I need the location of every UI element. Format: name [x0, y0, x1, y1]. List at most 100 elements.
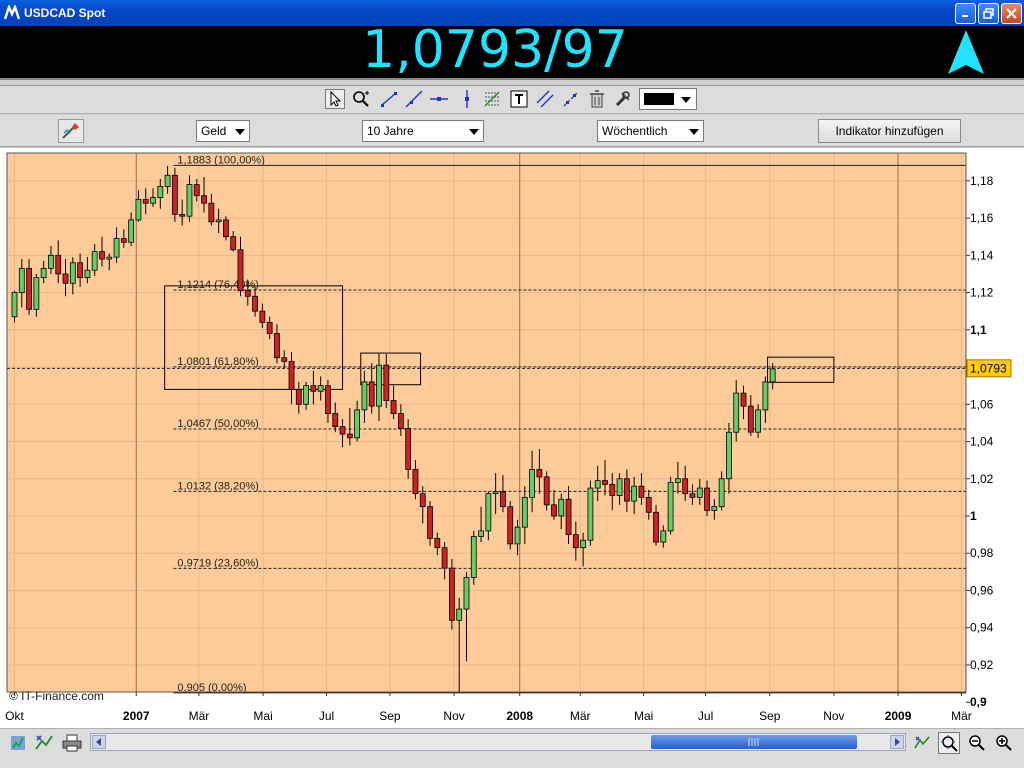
candle-body	[48, 254, 54, 269]
line-color-swatch	[644, 93, 674, 105]
cursor-icon[interactable]	[325, 89, 345, 109]
line-color-select[interactable]	[639, 88, 697, 110]
candle-body	[215, 219, 222, 223]
chart-style-button[interactable]	[58, 119, 84, 143]
y-tick-label: 1,1	[970, 323, 987, 337]
x-tick-label: Sep	[379, 709, 401, 723]
compare-icon[interactable]	[33, 732, 55, 754]
chart-area[interactable]: 1,1883 (100,00%) 1,1214 (76,40%) 1,0801 (6…	[0, 148, 1024, 728]
x-tick-label: 2007	[123, 709, 150, 723]
candle-body	[711, 506, 718, 511]
trendline-icon[interactable]	[379, 89, 399, 109]
settings-icon[interactable]	[613, 89, 633, 109]
candle-body	[91, 251, 98, 271]
candle-body	[201, 195, 207, 204]
auto-scale-icon[interactable]	[911, 732, 933, 754]
crosshair-zoom-icon[interactable]	[938, 732, 960, 754]
x-tick-label: Okt	[5, 709, 24, 723]
candle-body	[616, 478, 623, 496]
candle-body	[383, 364, 390, 401]
y-tick-label: 1,16	[970, 211, 994, 225]
candle-body	[259, 310, 266, 323]
candle-body	[536, 469, 543, 478]
candle-body	[150, 197, 156, 204]
x-tick-label: 2009	[885, 709, 912, 723]
settings-wheel-icon[interactable]	[7, 732, 29, 754]
parallel-channel-icon[interactable]	[535, 89, 555, 109]
vertical-line-icon[interactable]	[457, 89, 477, 109]
candle-body	[325, 385, 331, 414]
candle-body	[266, 321, 273, 334]
y-tick-label: 0,94	[970, 621, 994, 635]
candle-body	[354, 409, 361, 439]
close-button[interactable]	[1001, 2, 1022, 24]
candle-body	[412, 469, 419, 495]
zoom-out-icon[interactable]	[966, 732, 988, 754]
y-tick-label: 0,9	[970, 695, 987, 709]
x-tick-label: Nov	[443, 709, 464, 723]
candle-body	[281, 357, 288, 362]
candle-body	[223, 219, 229, 238]
zoom-icon[interactable]	[351, 89, 371, 109]
candle-body	[106, 256, 113, 260]
candle-body	[69, 262, 76, 284]
scroll-thumb[interactable]	[651, 735, 857, 749]
candle-body	[77, 262, 84, 279]
candle-body	[295, 388, 302, 405]
price-type-select[interactable]: Geld	[196, 120, 250, 142]
candle-body	[171, 174, 178, 215]
ray-icon[interactable]	[404, 89, 424, 109]
y-tick-label: 1,06	[970, 397, 994, 411]
candle-body	[361, 381, 368, 411]
extend-line-icon[interactable]	[561, 89, 581, 109]
up-arrow-icon	[948, 30, 984, 74]
candle-body	[543, 476, 550, 506]
fib-label: 1,0467 (50,00%)	[177, 418, 258, 430]
fib-label: 1,0132 (38,20%)	[177, 480, 258, 492]
y-tick-label: 1,02	[970, 472, 994, 486]
candle-body	[405, 428, 412, 470]
candle-body	[368, 381, 375, 407]
trash-icon[interactable]	[587, 89, 607, 109]
horizontal-line-icon[interactable]	[429, 89, 449, 109]
y-tick-label: 1	[970, 509, 977, 523]
candle-body	[230, 236, 237, 251]
add-indicator-button[interactable]: Indikator hinzufügen	[818, 119, 961, 143]
chevron-down-icon	[469, 129, 479, 135]
quote-display: 1,0793/97	[0, 20, 1024, 80]
candle-body	[463, 577, 470, 610]
y-axis: 1,181,161,141,121,11,081,061,041,0210,98…	[965, 153, 994, 709]
price-type-value: Geld	[201, 124, 227, 138]
scroll-left-button[interactable]	[92, 735, 106, 749]
candle-body	[303, 385, 310, 405]
quote-value: 1,0793/97	[362, 20, 628, 80]
candle-down	[448, 558, 455, 630]
time-scrollbar[interactable]	[90, 733, 906, 751]
scroll-right-button[interactable]	[890, 735, 904, 749]
bottom-toolbar	[0, 728, 1024, 768]
text-icon[interactable]	[509, 89, 529, 109]
candle-body	[602, 480, 608, 485]
candle-body	[128, 219, 135, 243]
chevron-down-icon	[689, 129, 699, 135]
candle-body	[623, 478, 630, 502]
interval-select[interactable]: Wöchentlich	[597, 120, 704, 142]
zoom-in-icon[interactable]	[993, 732, 1015, 754]
candle-body	[40, 267, 47, 279]
candle-body	[419, 493, 426, 508]
candle-body	[529, 469, 535, 498]
candle-body	[120, 238, 127, 243]
candle-body	[390, 400, 397, 414]
period-select[interactable]: 10 Jahre	[362, 120, 484, 142]
candle-body	[441, 547, 448, 569]
candle-body	[492, 491, 499, 495]
candle-body	[718, 478, 725, 508]
price-chart[interactable]: 1,1883 (100,00%) 1,1214 (76,40%) 1,0801 (6…	[0, 148, 1024, 728]
candle-body	[565, 498, 572, 536]
x-tick-label: Mai	[253, 709, 272, 723]
candle-up	[587, 480, 594, 546]
candle-body	[645, 496, 652, 513]
fibonacci-icon[interactable]	[482, 89, 502, 109]
candle-body	[594, 480, 601, 489]
print-icon[interactable]	[61, 732, 83, 754]
